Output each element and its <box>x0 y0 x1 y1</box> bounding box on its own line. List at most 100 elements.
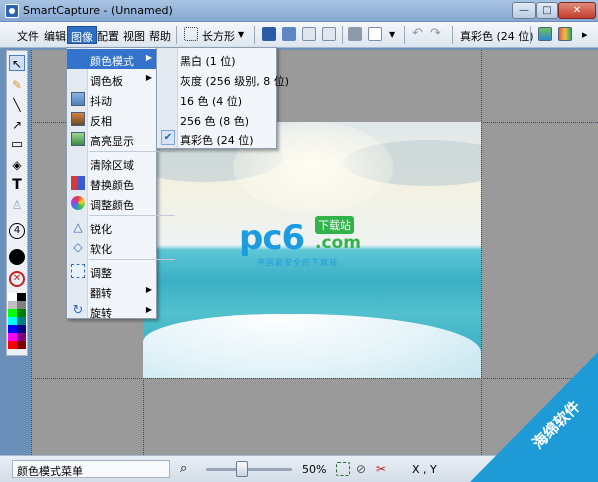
swatch-dark-green[interactable] <box>17 309 26 317</box>
maximize-button[interactable]: □ <box>536 2 558 19</box>
region-select-icon[interactable] <box>184 27 198 41</box>
submenu-arrow-icon: ▶ <box>145 285 152 294</box>
menu-item-clear-area[interactable]: 清除区域 <box>67 153 156 173</box>
title-bar: SmartCapture - (Unnamed) — □ ✕ <box>0 0 598 22</box>
fill-tool-icon[interactable]: ◈ <box>9 157 25 173</box>
black-color-icon[interactable] <box>9 249 25 265</box>
swatch-dark-gray[interactable] <box>17 301 26 309</box>
swatch-black[interactable] <box>17 293 26 301</box>
menu-item-invert[interactable]: 反相 <box>67 109 156 129</box>
color-mode-256[interactable]: 256 色 (8 色) <box>157 109 276 129</box>
color-wheel-icon <box>71 196 85 210</box>
menu-item-highlight[interactable]: 高亮显示 <box>67 129 156 149</box>
menu-item-sharpen[interactable]: △ 锐化 <box>67 217 156 237</box>
menu-item-adjust-color[interactable]: 调整颜色 <box>67 193 156 213</box>
menu-item-soften[interactable]: ◇ 软化 <box>67 237 156 257</box>
swatch-magenta[interactable] <box>8 333 17 341</box>
number-tool-icon[interactable]: 4 <box>9 223 25 239</box>
line-tool-icon[interactable]: ╲ <box>9 97 25 113</box>
menu-item-color-mode[interactable]: 颜色模式 ▶ <box>67 49 156 69</box>
menu-toolbar: 文件 编辑 图像 配置 视图 帮助 长方形 ▼ ▼ ↶ ↷ 真彩色 (24 位)… <box>0 22 598 48</box>
swatch-red[interactable] <box>8 341 17 349</box>
shape-dropdown-label[interactable]: 长方形 <box>202 28 235 44</box>
menu-item-resize[interactable]: 调整 <box>67 261 156 281</box>
save-all-icon[interactable] <box>282 27 296 41</box>
fit-selection-icon[interactable] <box>336 462 350 476</box>
magnify-tool-icon[interactable]: ⊘ <box>356 462 370 476</box>
swatch-gray[interactable] <box>8 301 17 309</box>
shape-dropdown-arrow[interactable]: ▼ <box>238 30 244 39</box>
menu-item-label: 调整颜色 <box>90 199 134 212</box>
zoom-slider-thumb[interactable] <box>236 461 248 477</box>
dither-icon <box>71 92 85 106</box>
stamp-tool-icon[interactable]: ♙ <box>9 197 25 213</box>
swatch-white[interactable] <box>8 293 17 301</box>
pc6-logo: pc6 下载站 .com 中国最安全的下载站 <box>239 214 379 274</box>
no-color-icon[interactable]: ✕ <box>9 271 25 287</box>
guide-line <box>31 50 32 455</box>
close-button[interactable]: ✕ <box>558 2 596 19</box>
swatch-blue[interactable] <box>8 325 17 333</box>
redo-icon[interactable]: ↷ <box>430 27 444 41</box>
toolbar-separator <box>342 26 343 44</box>
swatch-navy[interactable] <box>17 325 26 333</box>
undo-icon[interactable]: ↶ <box>412 27 426 41</box>
copy-icon[interactable] <box>302 27 316 41</box>
minimize-button[interactable]: — <box>512 2 536 19</box>
captured-image[interactable]: pc6 下载站 .com 中国最安全的下载站 <box>143 122 481 378</box>
menu-config[interactable]: 配置 <box>94 26 122 44</box>
text-tool-icon[interactable]: T <box>9 177 25 193</box>
status-message: 颜色模式菜单 <box>12 460 170 478</box>
color-mode-label[interactable]: 真彩色 (24 位) <box>460 28 534 44</box>
menu-item-palette[interactable]: 调色板 ▶ <box>67 69 156 89</box>
color-mode-bw[interactable]: 黑白 (1 位) <box>157 49 276 69</box>
zoom-slider-track[interactable] <box>206 468 292 471</box>
submenu-arrow-icon: ▶ <box>145 305 152 314</box>
menu-item-label: 灰度 (256 级别, 8 位) <box>180 75 290 88</box>
menu-item-dither[interactable]: 抖动 <box>67 89 156 109</box>
image-view-icon[interactable] <box>538 27 552 41</box>
menu-item-label: 替换颜色 <box>90 179 134 192</box>
menu-item-rotate[interactable]: ↻ 旋转 ▶ <box>67 301 156 321</box>
print-icon[interactable] <box>348 27 362 41</box>
sharpen-icon: △ <box>73 220 83 234</box>
swatch-green[interactable] <box>8 309 17 317</box>
menu-view[interactable]: 视图 <box>120 26 148 44</box>
logo-badge: 下载站 <box>315 216 354 234</box>
mail-dropdown-arrow[interactable]: ▼ <box>389 30 395 39</box>
menu-separator <box>89 151 175 152</box>
rectangle-tool-icon[interactable]: ▭ <box>9 137 25 153</box>
menu-help[interactable]: 帮助 <box>146 26 174 44</box>
scissors-icon[interactable]: ✂ <box>376 462 390 476</box>
color-mode-truecolor[interactable]: ✔ 真彩色 (24 位) <box>157 128 276 148</box>
swatch-maroon[interactable] <box>17 341 26 349</box>
paste-icon[interactable] <box>322 27 336 41</box>
swatch-purple[interactable] <box>17 333 26 341</box>
replace-color-icon <box>71 176 85 190</box>
swatch-teal[interactable] <box>17 317 26 325</box>
menu-item-label: 调整 <box>90 267 112 280</box>
menu-file[interactable]: 文件 <box>14 26 42 44</box>
zoom-level: 50% <box>302 463 327 476</box>
color-mode-16[interactable]: 16 色 (4 位) <box>157 89 276 109</box>
pencil-tool-icon[interactable]: ✎ <box>9 77 25 93</box>
app-icon <box>5 4 19 18</box>
mail-icon[interactable] <box>368 27 382 41</box>
menu-item-replace-color[interactable]: 替换颜色 <box>67 173 156 193</box>
menu-item-label: 高亮显示 <box>90 135 134 148</box>
cursor-coords: X , Y <box>412 463 437 476</box>
menu-item-flip[interactable]: 翻转 ▶ <box>67 281 156 301</box>
arrow-tool-icon[interactable]: ↗ <box>9 117 25 133</box>
invert-icon <box>71 112 85 126</box>
toolbar-overflow-icon[interactable]: ▸ <box>582 28 588 41</box>
pointer-tool-icon[interactable]: ↖ <box>9 55 25 71</box>
swatch-cyan[interactable] <box>8 317 17 325</box>
menu-image[interactable]: 图像 <box>67 26 97 44</box>
color-mode-grayscale[interactable]: 灰度 (256 级别, 8 位) <box>157 69 289 89</box>
zoom-icon[interactable]: ⌕ <box>180 461 187 476</box>
palette-icon[interactable] <box>558 27 572 41</box>
submenu-arrow-icon: ▶ <box>145 73 152 82</box>
save-icon[interactable] <box>262 27 276 41</box>
menu-edit[interactable]: 编辑 <box>41 26 69 44</box>
watermark: 海绵软件 <box>470 352 598 482</box>
